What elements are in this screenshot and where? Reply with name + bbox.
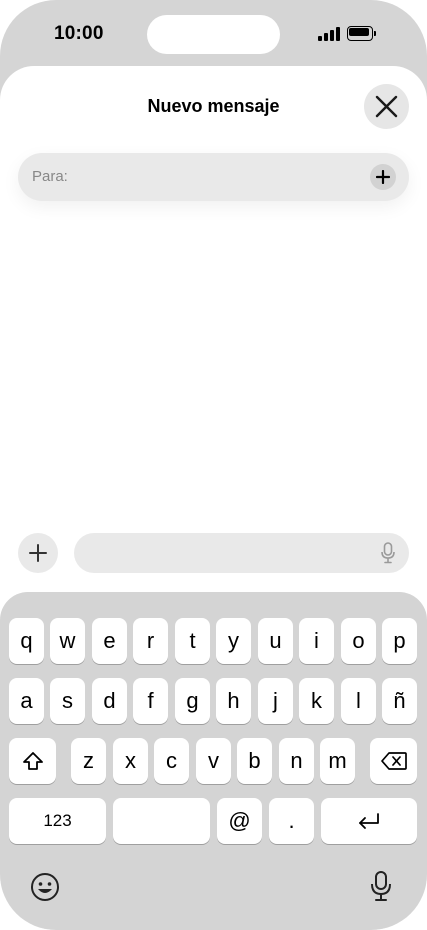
backspace-icon xyxy=(380,752,407,770)
key-g[interactable]: g xyxy=(175,678,210,724)
shift-icon xyxy=(22,752,43,770)
key-r[interactable]: r xyxy=(133,618,168,664)
recipient-label: Para: xyxy=(32,168,68,185)
key-m[interactable]: m xyxy=(320,738,355,784)
key-c[interactable]: c xyxy=(154,738,189,784)
shift-key[interactable] xyxy=(9,738,56,784)
recipient-field[interactable]: Para: xyxy=(18,153,409,201)
add-recipient-button[interactable] xyxy=(370,164,396,190)
key-h[interactable]: h xyxy=(216,678,251,724)
return-icon xyxy=(359,813,379,829)
close-icon xyxy=(375,95,398,118)
key-k[interactable]: k xyxy=(299,678,334,724)
key-y[interactable]: y xyxy=(216,618,251,664)
key-t[interactable]: t xyxy=(175,618,210,664)
plus-icon xyxy=(29,544,47,562)
attachments-button[interactable] xyxy=(18,533,58,573)
key-j[interactable]: j xyxy=(258,678,293,724)
message-input[interactable] xyxy=(74,533,409,573)
status-time: 10:00 xyxy=(54,23,104,44)
microphone-icon[interactable] xyxy=(381,542,395,564)
key-a[interactable]: a xyxy=(9,678,44,724)
dictation-icon[interactable] xyxy=(370,870,392,902)
key-x[interactable]: x xyxy=(113,738,148,784)
key-u[interactable]: u xyxy=(258,618,293,664)
key-n[interactable]: n xyxy=(279,738,314,784)
key-w[interactable]: w xyxy=(50,618,85,664)
key-e[interactable]: e xyxy=(92,618,127,664)
key-d[interactable]: d xyxy=(92,678,127,724)
cellular-signal-icon xyxy=(318,27,340,41)
key-z[interactable]: z xyxy=(71,738,106,784)
key-n-tilde[interactable]: ñ xyxy=(382,678,417,724)
close-button[interactable] xyxy=(364,84,409,129)
numbers-key[interactable]: 123 xyxy=(9,798,106,844)
key-o[interactable]: o xyxy=(341,618,376,664)
plus-icon xyxy=(376,170,390,184)
key-i[interactable]: i xyxy=(299,618,334,664)
emoji-icon[interactable] xyxy=(30,872,60,902)
key-s[interactable]: s xyxy=(50,678,85,724)
sheet-title: Nuevo mensaje xyxy=(147,96,280,116)
space-key[interactable] xyxy=(113,798,210,844)
battery-icon xyxy=(347,26,376,41)
key-l[interactable]: l xyxy=(341,678,376,724)
phone-screen: 10:00 Nuevo mensaje Para: q w e r t y u … xyxy=(0,0,427,930)
dot-key[interactable]: . xyxy=(269,798,314,844)
key-v[interactable]: v xyxy=(196,738,231,784)
key-p[interactable]: p xyxy=(382,618,417,664)
dynamic-island xyxy=(147,15,280,54)
return-key[interactable] xyxy=(321,798,417,844)
at-key[interactable]: @ xyxy=(217,798,262,844)
key-q[interactable]: q xyxy=(9,618,44,664)
delete-key[interactable] xyxy=(370,738,417,784)
key-f[interactable]: f xyxy=(133,678,168,724)
key-b[interactable]: b xyxy=(237,738,272,784)
status-bar: 10:00 xyxy=(0,0,427,66)
keyboard: q w e r t y u i o p a s d f g h j k l ñ … xyxy=(0,592,427,930)
